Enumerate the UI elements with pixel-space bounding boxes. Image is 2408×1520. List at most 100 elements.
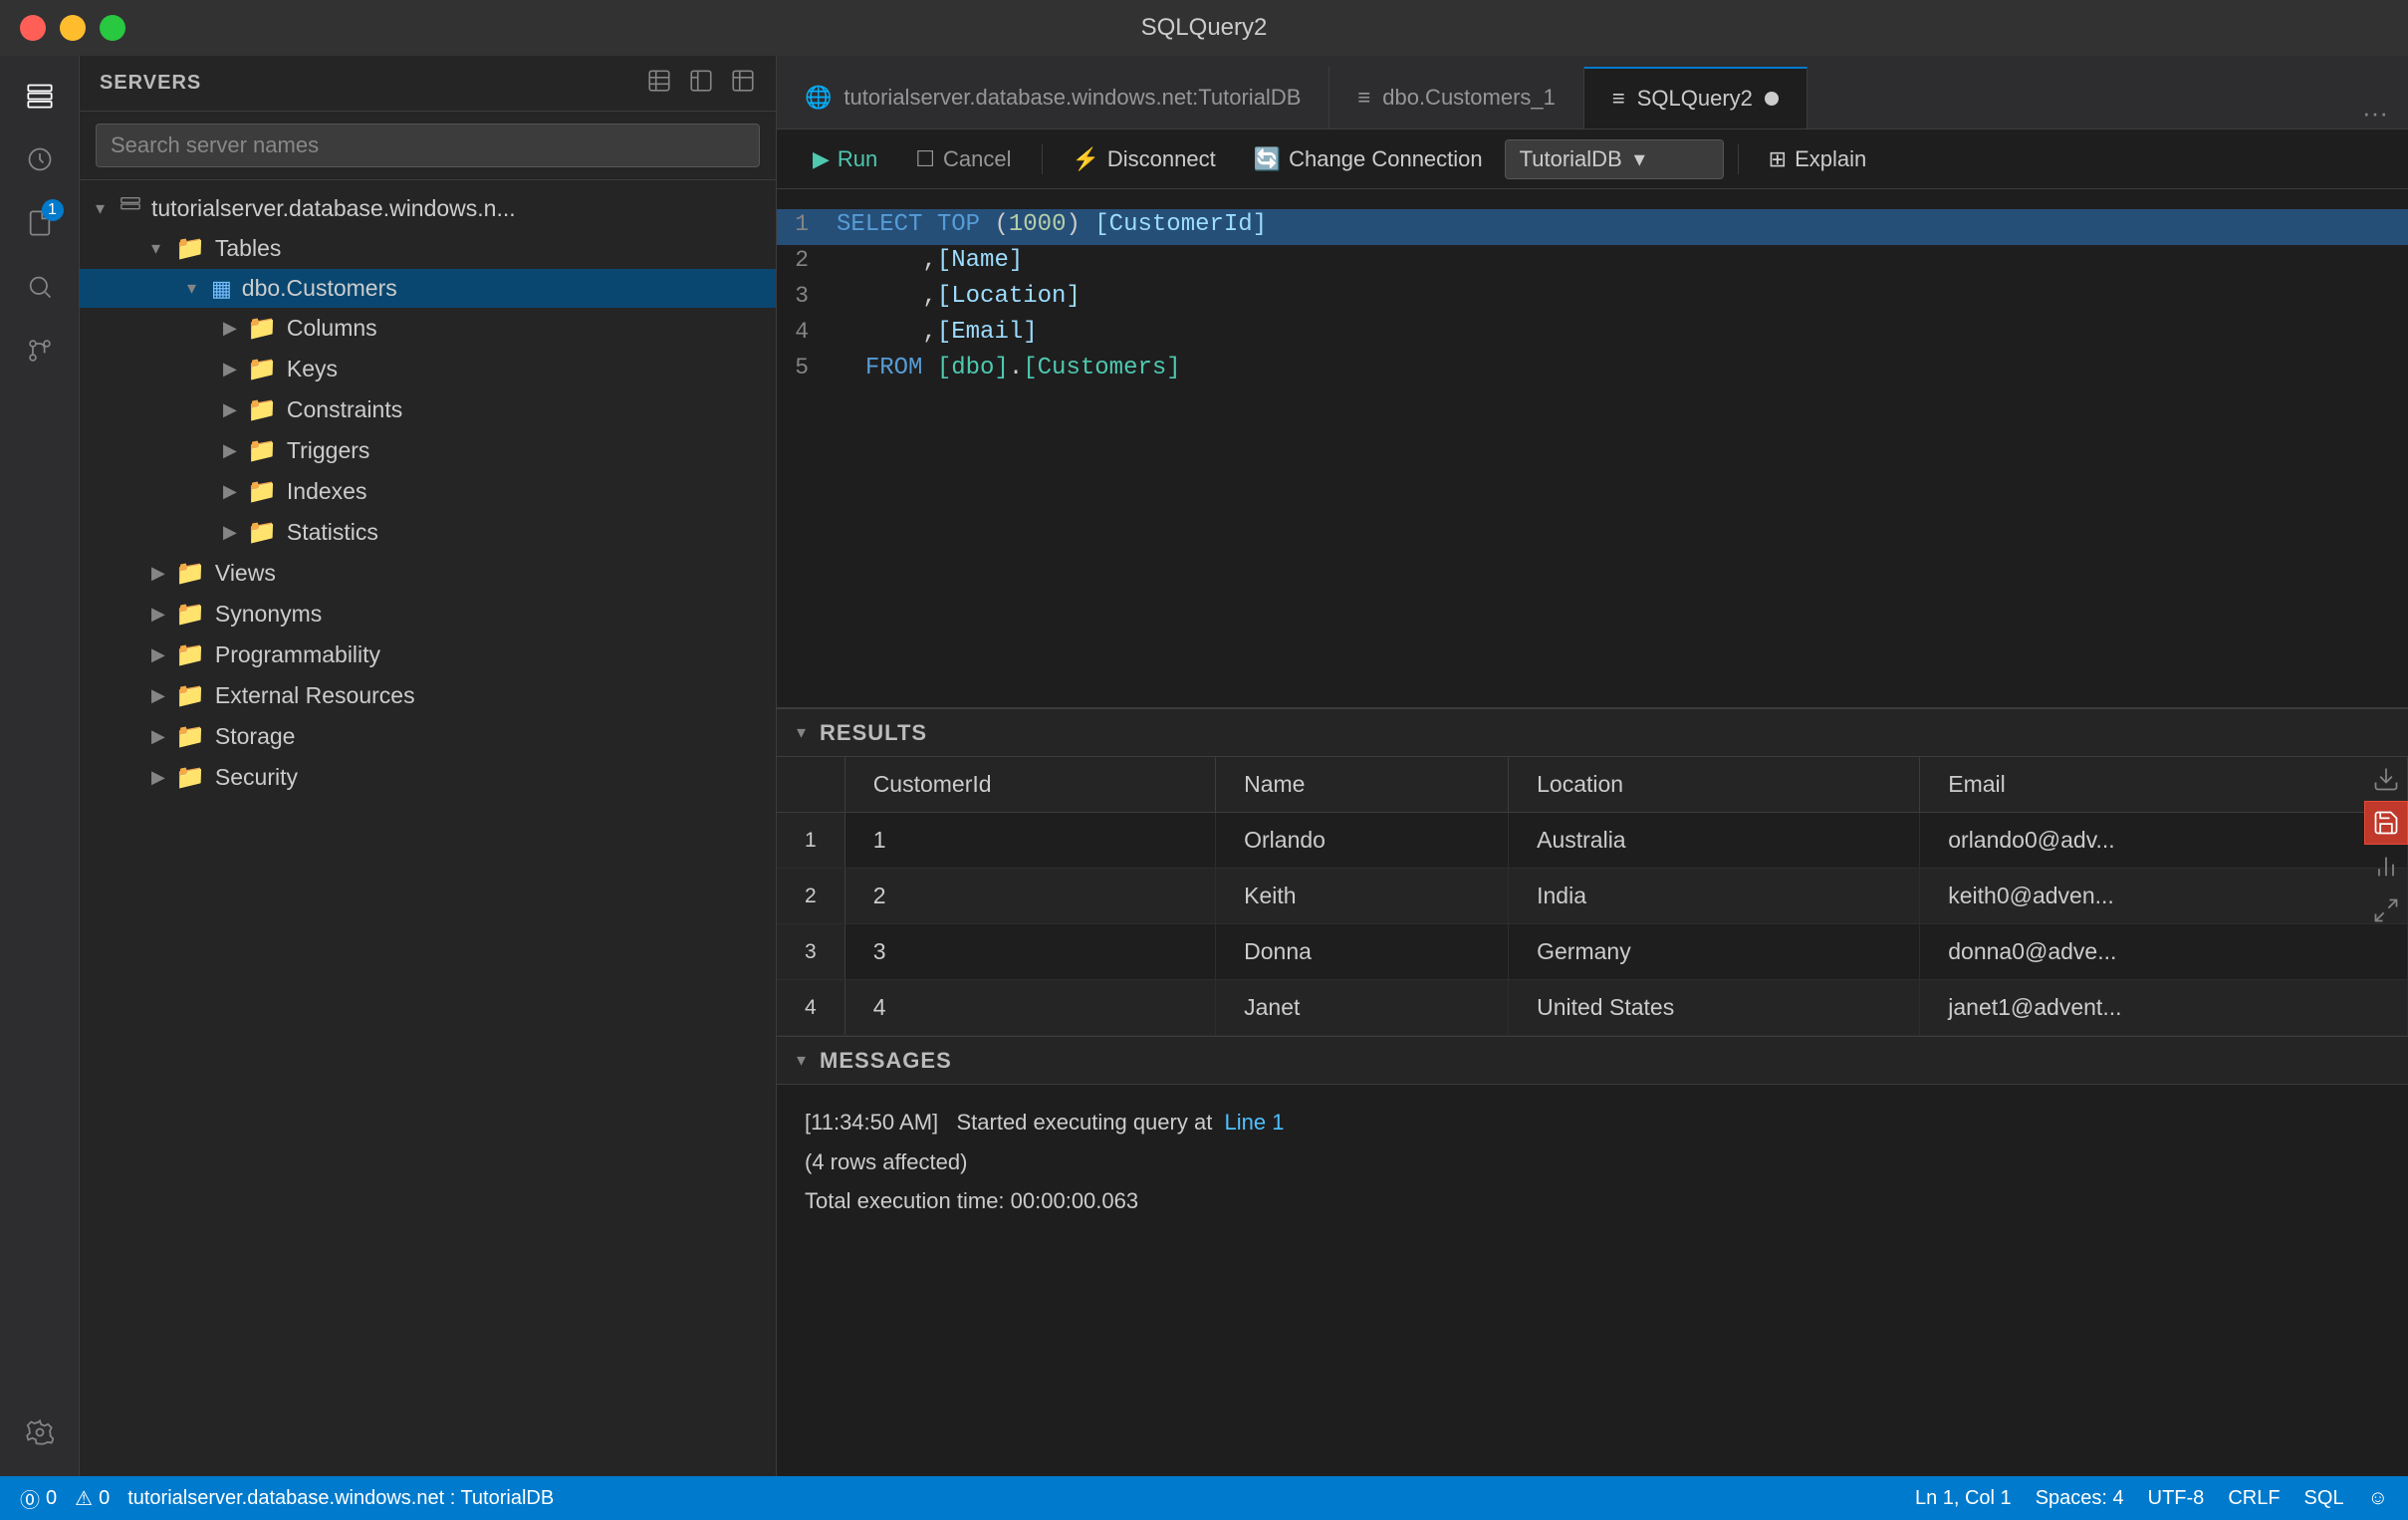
tree-keys[interactable]: ▶ 📁 Keys bbox=[80, 349, 776, 389]
line-num-4: 4 bbox=[777, 319, 837, 345]
storage-folder-icon: 📁 bbox=[175, 722, 205, 751]
code-editor[interactable]: 1 SELECT TOP (1000) [CustomerId] 2 ,[Nam… bbox=[777, 189, 2408, 707]
tree-views[interactable]: ▶ 📁 Views bbox=[80, 553, 776, 594]
keys-folder-icon: 📁 bbox=[247, 355, 277, 383]
cell-email-1: orlando0@adv... bbox=[1920, 813, 2408, 869]
status-position[interactable]: Ln 1, Col 1 bbox=[1915, 1487, 2012, 1510]
tables-folder-icon: 📁 bbox=[175, 234, 205, 263]
cell-email-2: keith0@adven... bbox=[1920, 869, 2408, 924]
message-line-3: Total execution time: 00:00:00.063 bbox=[805, 1181, 2380, 1221]
run-icon: ▶ bbox=[813, 146, 830, 172]
tree-indexes[interactable]: ▶ 📁 Indexes bbox=[80, 471, 776, 512]
results-collapse-arrow[interactable]: ▾ bbox=[797, 722, 806, 743]
tab-sqlquery2[interactable]: ≡ SQLQuery2 bbox=[1584, 67, 1807, 128]
add-server-icon[interactable] bbox=[730, 68, 756, 100]
minimize-button[interactable] bbox=[60, 15, 86, 41]
cell-id-2: 2 bbox=[844, 869, 1215, 924]
status-line-ending[interactable]: CRLF bbox=[2228, 1487, 2280, 1510]
disconnect-button[interactable]: ⚡ Disconnect bbox=[1057, 140, 1232, 178]
tree-constraints[interactable]: ▶ 📁 Constraints bbox=[80, 389, 776, 430]
tree-security[interactable]: ▶ 📁 Security bbox=[80, 757, 776, 798]
table-row: 4 4 Janet United States janet1@advent... bbox=[777, 980, 2408, 1036]
line-content-4: ,[Email] bbox=[837, 319, 2408, 346]
search-input[interactable] bbox=[96, 124, 760, 167]
storage-arrow: ▶ bbox=[151, 726, 175, 747]
sidebar-title: SERVERS bbox=[100, 72, 201, 95]
tree-programmability[interactable]: ▶ 📁 Programmability bbox=[80, 634, 776, 675]
synonyms-folder-icon: 📁 bbox=[175, 600, 205, 629]
activity-search[interactable] bbox=[10, 257, 70, 317]
export-icon-btn[interactable] bbox=[2364, 757, 2408, 801]
cell-location-2: India bbox=[1509, 869, 1920, 924]
tree-server[interactable]: ▾ tutorialserver.database.windows.n... bbox=[80, 188, 776, 228]
status-encoding[interactable]: UTF-8 bbox=[2148, 1487, 2205, 1510]
line-content-2: ,[Name] bbox=[837, 247, 2408, 274]
dropdown-arrow-icon: ▾ bbox=[1634, 146, 1645, 172]
new-query-icon[interactable] bbox=[646, 68, 672, 100]
status-spaces[interactable]: Spaces: 4 bbox=[2036, 1487, 2124, 1510]
maximize-icon-btn[interactable] bbox=[2364, 888, 2408, 932]
table-row: 3 3 Donna Germany donna0@adve... bbox=[777, 924, 2408, 980]
sidebar-header-icons bbox=[646, 68, 756, 100]
tree-tables[interactable]: ▾ 📁 Tables bbox=[80, 228, 776, 269]
status-server[interactable]: tutorialserver.database.windows.net : Tu… bbox=[127, 1487, 554, 1510]
table-icon: ▦ bbox=[211, 276, 232, 302]
chart-icon-btn[interactable] bbox=[2364, 845, 2408, 888]
run-button[interactable]: ▶ Run bbox=[797, 140, 893, 178]
explain-icon: ⊞ bbox=[1769, 146, 1787, 172]
col-header-location: Location bbox=[1509, 757, 1920, 813]
table-row: 1 1 Orlando Australia orlando0@adv... bbox=[777, 813, 2408, 869]
message-line-1: [11:34:50 AM] Started executing query at… bbox=[805, 1103, 2380, 1142]
columns-label: Columns bbox=[287, 315, 377, 342]
tab-more-button[interactable]: ··· bbox=[2342, 98, 2408, 128]
tree-triggers[interactable]: ▶ 📁 Triggers bbox=[80, 430, 776, 471]
activity-settings[interactable] bbox=[10, 1402, 70, 1462]
activity-git[interactable] bbox=[10, 321, 70, 380]
cell-name-4: Janet bbox=[1216, 980, 1509, 1036]
cell-id-3: 3 bbox=[844, 924, 1215, 980]
cell-name-3: Donna bbox=[1216, 924, 1509, 980]
maximize-button[interactable] bbox=[100, 15, 125, 41]
customers-label: dbo.Customers bbox=[242, 275, 397, 302]
sidebar-header: SERVERS bbox=[80, 56, 776, 112]
tree-customers-table[interactable]: ▾ ▦ dbo.Customers bbox=[80, 269, 776, 308]
results-table-container[interactable]: CustomerId Name Location Email 1 1 Orlan… bbox=[777, 757, 2408, 1036]
status-bar: ⓪ 0 ⚠ 0 tutorialserver.database.windows.… bbox=[0, 1476, 2408, 1520]
status-warnings[interactable]: ⚠ 0 bbox=[75, 1486, 110, 1511]
activity-servers[interactable] bbox=[10, 66, 70, 126]
tree-statistics[interactable]: ▶ 📁 Statistics bbox=[80, 512, 776, 553]
tab-server-label: tutorialserver.database.windows.net:Tuto… bbox=[843, 85, 1301, 111]
status-errors[interactable]: ⓪ 0 bbox=[20, 1484, 57, 1513]
statistics-arrow: ▶ bbox=[223, 522, 247, 543]
traffic-lights bbox=[20, 15, 125, 41]
line-content-1: SELECT TOP (1000) [CustomerId] bbox=[837, 211, 2408, 238]
table-row: 2 2 Keith India keith0@adven... bbox=[777, 869, 2408, 924]
messages-section-label: MESSAGES bbox=[820, 1048, 952, 1074]
messages-collapse-arrow[interactable]: ▾ bbox=[797, 1050, 806, 1071]
external-resources-label: External Resources bbox=[215, 682, 415, 709]
disconnect-server-icon[interactable] bbox=[688, 68, 714, 100]
tree-storage[interactable]: ▶ 📁 Storage bbox=[80, 716, 776, 757]
close-button[interactable] bbox=[20, 15, 46, 41]
activity-files[interactable]: 1 bbox=[10, 193, 70, 253]
activity-bar: 1 bbox=[0, 56, 80, 1476]
activity-history[interactable] bbox=[10, 129, 70, 189]
tab-customers[interactable]: ≡ dbo.Customers_1 bbox=[1329, 67, 1584, 128]
save-results-icon-btn[interactable] bbox=[2364, 801, 2408, 845]
tree-synonyms[interactable]: ▶ 📁 Synonyms bbox=[80, 594, 776, 634]
server-icon bbox=[120, 194, 141, 222]
explain-button[interactable]: ⊞ Explain bbox=[1753, 140, 1883, 178]
status-language[interactable]: SQL bbox=[2304, 1487, 2344, 1510]
message-line-link[interactable]: Line 1 bbox=[1225, 1110, 1285, 1135]
tab-server-connection[interactable]: 🌐 tutorialserver.database.windows.net:Tu… bbox=[777, 67, 1329, 128]
database-dropdown[interactable]: TutorialDB ▾ bbox=[1505, 139, 1724, 179]
search-box bbox=[80, 112, 776, 180]
cell-name-1: Orlando bbox=[1216, 813, 1509, 869]
tree-external-resources[interactable]: ▶ 📁 External Resources bbox=[80, 675, 776, 716]
change-connection-button[interactable]: 🔄 Change Connection bbox=[1238, 140, 1499, 178]
cancel-button[interactable]: ☐ Cancel bbox=[899, 140, 1027, 178]
views-label: Views bbox=[215, 560, 276, 587]
tree-columns[interactable]: ▶ 📁 Columns bbox=[80, 308, 776, 349]
cell-id-1: 1 bbox=[844, 813, 1215, 869]
results-content-area: CustomerId Name Location Email 1 1 Orlan… bbox=[777, 757, 2408, 1036]
